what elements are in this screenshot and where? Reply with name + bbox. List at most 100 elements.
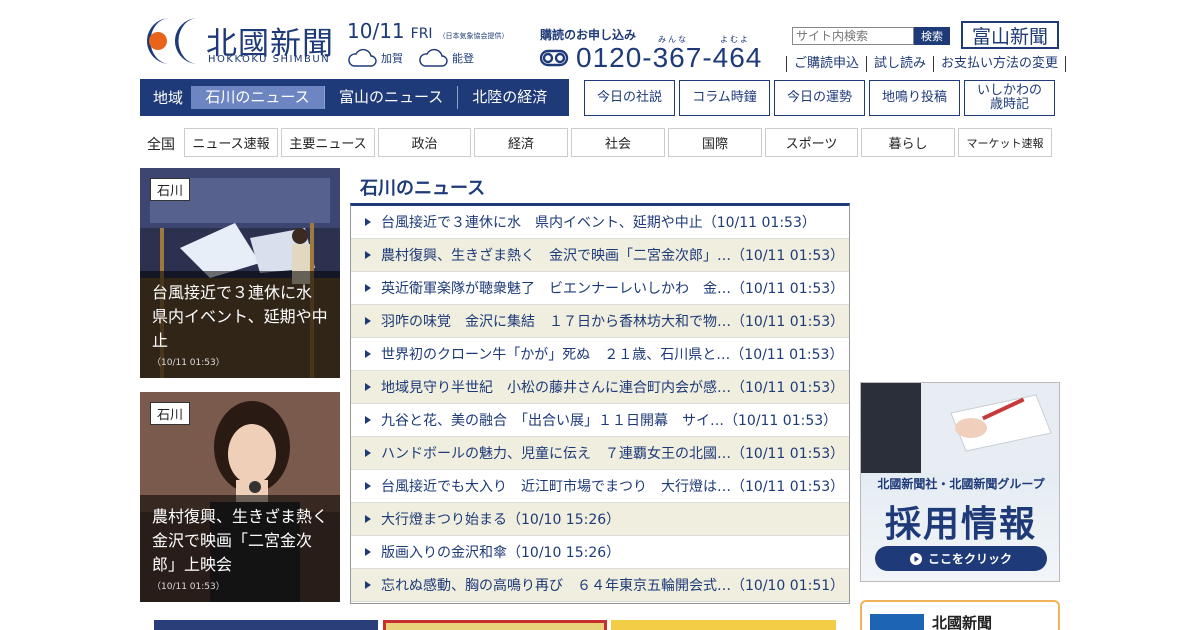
news-item[interactable]: 農村復興、生きざま熱く 金沢で映画「二宮金次郎」…（10/11 01:53） [351,239,849,272]
date-text: 10/11 [347,19,405,43]
news-headline: ハンドボールの魅力、児童に伝え ７連覇女王の北國…（10/11 01:53） [381,446,845,462]
photo-story-1[interactable]: 石川 台風接近で３連休に水 県内イベント、延期や中止 （10/11 01:53） [140,168,340,378]
news-headline: 版画入りの金沢和傘（10/10 15:26） [381,545,621,561]
photo-title: 台風接近で３連休に水 県内イベント、延期や中止 [152,283,329,350]
category-economy[interactable]: 経済 [474,128,568,157]
region-tag: 石川 [150,178,191,201]
news-list: 台風接近で３連休に水 県内イベント、延期や中止（10/11 01:53） 農村復… [350,203,850,604]
recruit-cta-button[interactable]: ここをクリック [875,546,1047,571]
news-headline: 九谷と花、美の融合 「出合い展」１１日開幕 サイ…（10/11 01:53） [381,413,838,429]
bullet-arrow-icon [365,515,371,523]
search-input[interactable] [792,27,914,45]
tab-ishikawa-news[interactable]: 石川のニュース [191,86,324,109]
bullet-arrow-icon [365,548,371,556]
free-dial-icon [540,49,569,67]
news-headline: 羽咋の味覚 金沢に集結 １７日から香林坊大和で物…（10/11 01:53） [381,314,845,330]
weather-kaga[interactable]: 加賀 [347,48,403,68]
news-headline: 英近衛軍楽隊が聴衆魅了 ビエンナーレいしかわ 金…（10/11 01:53） [381,281,845,297]
photo-story-2[interactable]: 石川 農村復興、生きざま熱く 金沢で映画「二宮金次郎」上映会 （10/11 01… [140,392,340,602]
link-subscribe[interactable]: ご購読申込 [786,56,866,72]
feature-editorial[interactable]: 今日の社説 [584,80,675,116]
news-item[interactable]: 忘れぬ感動、胸の高鳴り再び ６４年東京五輪開会式…（10/10 01:51） [351,569,849,602]
bullet-arrow-icon [365,284,371,292]
news-item[interactable]: 大行燈まつり始まる（10/10 15:26） [351,503,849,536]
subscribe-phone[interactable]: 0120-367-464 [540,42,762,74]
link-payment-change[interactable]: お支払い方法の変更 [933,56,1067,72]
phone-number: 0120-367-464 [576,42,763,73]
logo-mark-icon [147,18,198,64]
date-display: 10/11 FRI （日本気象協会提供） [347,19,509,43]
news-item[interactable]: 羽咋の味覚 金沢に集結 １７日から香林坊大和で物…（10/11 01:53） [351,305,849,338]
photo-timestamp: （10/11 01:53） [152,358,225,368]
news-item[interactable]: 九谷と花、美の融合 「出合い展」１１日開幕 サイ…（10/11 01:53） [351,404,849,437]
tab-hokuriku-economy[interactable]: 北陸の経済 [457,86,561,109]
bullet-arrow-icon [365,383,371,391]
photo-title: 農村復興、生きざま熱く 金沢で映画「二宮金次郎」上映会 [152,507,340,574]
category-market[interactable]: マーケット速報 [958,128,1052,157]
category-sports[interactable]: スポーツ [765,128,858,157]
search-button[interactable]: 検索 [914,27,950,45]
weekday-text: FRI [410,26,433,42]
bullet-arrow-icon [365,482,371,490]
bullet-arrow-icon [365,449,371,457]
news-headline: 世界初のクローン牛「かが」死ぬ ２１歳、石川県と…（10/11 01:53） [381,347,844,363]
news-item[interactable]: 地域見守り半世紀 小松の藤井さんに連合町内会が感…（10/11 01:53） [351,371,849,404]
news-item[interactable]: 台風接近で３連休に水 県内イベント、延期や中止（10/11 01:53） [351,206,849,239]
tab-toyama-news[interactable]: 富山のニュース [324,86,457,109]
logo-subtitle: HOKKOKU SHIMBUN [208,54,331,65]
hokkoku-promo-box[interactable]: 北國新聞 [860,600,1060,630]
news-headline: 大行燈まつり始まる（10/10 15:26） [381,512,621,528]
recruit-photo-image [861,383,1059,473]
news-item[interactable]: 版画入りの金沢和傘（10/10 15:26） [351,536,849,569]
photo-timestamp: （10/11 01:53） [152,582,225,592]
news-section-title: 石川のニュース [360,178,486,199]
news-headline: 台風接近で３連休に水 県内イベント、延期や中止（10/11 01:53） [381,215,816,231]
play-circle-icon [909,552,922,565]
news-headline: 台風接近でも大入り 近江町市場でまつり 大行燈は…（10/11 01:53） [381,479,845,495]
recruit-heading: 採用情報 [884,504,1037,545]
news-item[interactable]: ハンドボールの魅力、児童に伝え ７連覇女王の北國…（10/11 01:53） [351,437,849,470]
weather-area: 加賀 [381,52,403,65]
news-headline: 忘れぬ感動、胸の高鳴り再び ６４年東京五輪開会式…（10/10 01:51） [381,578,845,594]
news-item[interactable]: 世界初のクローン牛「かが」死ぬ ２１歳、石川県と…（10/11 01:53） [351,338,849,371]
category-top[interactable]: 主要ニュース [281,128,375,157]
cloud-icon [348,48,377,67]
recruit-company: 北國新聞社・北國新聞グループ [877,477,1045,491]
category-politics[interactable]: 政治 [378,128,471,157]
news-headline: 地域見守り半世紀 小松の藤井さんに連合町内会が感…（10/11 01:53） [381,380,845,396]
region-tag: 石川 [150,402,191,425]
bottom-banner-2[interactable] [383,620,607,630]
bullet-arrow-icon [365,251,371,259]
toyama-shimbun-button[interactable]: 富山新聞 [961,21,1059,49]
promo-title: 北國新聞 [932,614,993,630]
weather-area: 能登 [452,52,474,65]
category-international[interactable]: 国際 [668,128,762,157]
bottom-banner-1[interactable] [154,620,378,630]
feature-seasonal[interactable]: いしかわの 歳時記 [964,80,1055,116]
weather-noto[interactable]: 能登 [418,48,474,68]
link-trial[interactable]: 試し読み [866,56,933,72]
region-nav: 地域 石川のニュース 富山のニュース 北陸の経済 [140,79,569,116]
subscription-links: ご購読申込 試し読み お支払い方法の変更 [786,56,1067,72]
category-lifestyle[interactable]: 暮らし [861,128,955,157]
cloud-icon [419,48,448,67]
bullet-arrow-icon [365,581,371,589]
feature-reader-posts[interactable]: 地鳴り投稿 [869,80,960,116]
news-headline: 農村復興、生きざま熱く 金沢で映画「二宮金次郎」…（10/11 01:53） [381,248,845,264]
bottom-banner-3[interactable] [611,620,836,630]
photo-caption: 台風接近で３連休に水 県内イベント、延期や中止 （10/11 01:53） [140,271,340,378]
subscribe-label: 購読のお申し込み [540,28,637,42]
feature-fortune[interactable]: 今日の運勢 [774,80,865,116]
recruit-banner[interactable]: 北國新聞社・北國新聞グループ 採用情報 ここをクリック [860,382,1060,582]
category-breaking[interactable]: ニュース速報 [184,128,278,157]
category-society[interactable]: 社会 [571,128,665,157]
bullet-arrow-icon [365,317,371,325]
feature-column[interactable]: コラム時鐘 [679,80,770,116]
site-search: 検索 [792,27,950,45]
site-logo[interactable]: 北國新聞 HOKKOKU SHIMBUN [140,16,340,66]
region-label: 地域 [152,89,183,107]
news-item[interactable]: 台風接近でも大入り 近江町市場でまつり 大行燈は…（10/11 01:53） [351,470,849,503]
news-item[interactable]: 英近衛軍楽隊が聴衆魅了 ビエンナーレいしかわ 金…（10/11 01:53） [351,272,849,305]
bullet-arrow-icon [365,416,371,424]
bullet-arrow-icon [365,350,371,358]
